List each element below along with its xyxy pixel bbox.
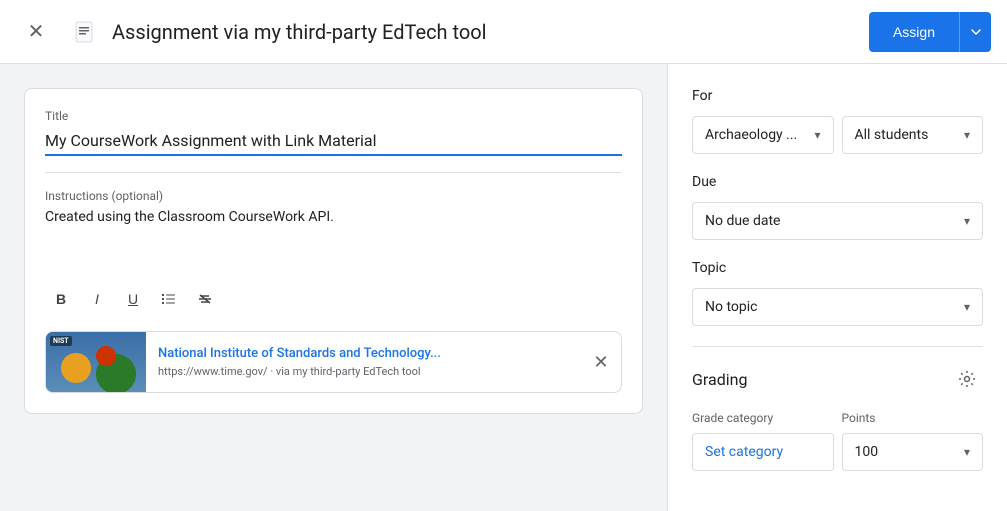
topic-label: Topic bbox=[692, 260, 983, 276]
instructions-field-group: Instructions (optional) Created using th… bbox=[45, 189, 622, 267]
top-bar: ✕ Assignment via my third-party EdTech t… bbox=[0, 0, 1007, 64]
grade-category-col: Grade category Set category bbox=[692, 411, 834, 471]
class-select[interactable]: Archaeology ... ▾ bbox=[692, 116, 834, 154]
attachment-logo: NIST bbox=[50, 336, 72, 346]
instructions-label: Instructions (optional) bbox=[45, 189, 622, 203]
grading-title: Grading bbox=[692, 370, 747, 389]
main-layout: Title Instructions (optional) Created us… bbox=[0, 64, 1007, 511]
grading-divider bbox=[692, 346, 983, 347]
for-select-row: Archaeology ... ▾ All students ▾ bbox=[692, 116, 983, 154]
title-divider bbox=[45, 172, 622, 173]
attachment-url-text: https://www.time.gov/ bbox=[158, 365, 268, 378]
for-label: For bbox=[692, 88, 983, 104]
grading-row: Grade category Set category Points 100 ▾ bbox=[692, 411, 983, 471]
attachment: NIST National Institute of Standards and… bbox=[45, 331, 622, 393]
bold-button[interactable]: B bbox=[45, 283, 77, 315]
assign-dropdown-button[interactable] bbox=[959, 12, 991, 52]
assign-group: Assign bbox=[869, 12, 991, 52]
points-col: Points 100 ▾ bbox=[842, 411, 984, 471]
points-label: Points bbox=[842, 411, 984, 425]
students-select[interactable]: All students ▾ bbox=[842, 116, 984, 154]
strikethrough-button[interactable] bbox=[189, 283, 221, 315]
instructions-text[interactable]: Created using the Classroom CourseWork A… bbox=[45, 207, 622, 267]
underline-button[interactable]: U bbox=[117, 283, 149, 315]
set-category-button[interactable]: Set category bbox=[692, 433, 834, 471]
topic-select[interactable]: No topic ▾ bbox=[692, 288, 983, 326]
italic-button[interactable]: I bbox=[81, 283, 113, 315]
attachment-title[interactable]: National Institute of Standards and Tech… bbox=[158, 346, 569, 361]
doc-icon bbox=[64, 12, 104, 52]
title-field-group: Title bbox=[45, 109, 622, 156]
right-panel: For Archaeology ... ▾ All students ▾ Due… bbox=[667, 64, 1007, 511]
attachment-info: National Institute of Standards and Tech… bbox=[146, 338, 581, 386]
title-label: Title bbox=[45, 109, 622, 123]
attachment-url: https://www.time.gov/ · via my third-par… bbox=[158, 365, 569, 378]
students-select-value: All students bbox=[855, 127, 929, 143]
text-toolbar: B I U bbox=[45, 283, 622, 315]
due-date-value: No due date bbox=[705, 213, 780, 229]
due-date-chevron-icon: ▾ bbox=[964, 214, 970, 228]
topic-chevron-icon: ▾ bbox=[964, 300, 970, 314]
students-chevron-icon: ▾ bbox=[964, 128, 970, 142]
points-select[interactable]: 100 ▾ bbox=[842, 433, 984, 471]
list-button[interactable] bbox=[153, 283, 185, 315]
left-panel: Title Instructions (optional) Created us… bbox=[0, 64, 667, 511]
due-label: Due bbox=[692, 174, 983, 190]
points-chevron-icon: ▾ bbox=[964, 445, 970, 459]
assignment-card: Title Instructions (optional) Created us… bbox=[24, 88, 643, 414]
assign-button[interactable]: Assign bbox=[869, 12, 959, 52]
class-select-value: Archaeology ... bbox=[705, 127, 797, 143]
attachment-via-text: · via my third-party EdTech tool bbox=[270, 365, 420, 378]
due-date-select[interactable]: No due date ▾ bbox=[692, 202, 983, 240]
topic-value: No topic bbox=[705, 299, 757, 315]
title-input[interactable] bbox=[45, 127, 622, 156]
points-value: 100 bbox=[855, 444, 879, 460]
grading-settings-button[interactable] bbox=[951, 363, 983, 395]
class-chevron-icon: ▾ bbox=[814, 128, 820, 142]
grading-header: Grading bbox=[692, 363, 983, 395]
close-button[interactable]: ✕ bbox=[16, 12, 56, 52]
page-title: Assignment via my third-party EdTech too… bbox=[112, 20, 869, 44]
attachment-thumbnail: NIST bbox=[46, 332, 146, 392]
grade-category-label: Grade category bbox=[692, 411, 834, 425]
attachment-close-button[interactable]: ✕ bbox=[581, 342, 621, 382]
